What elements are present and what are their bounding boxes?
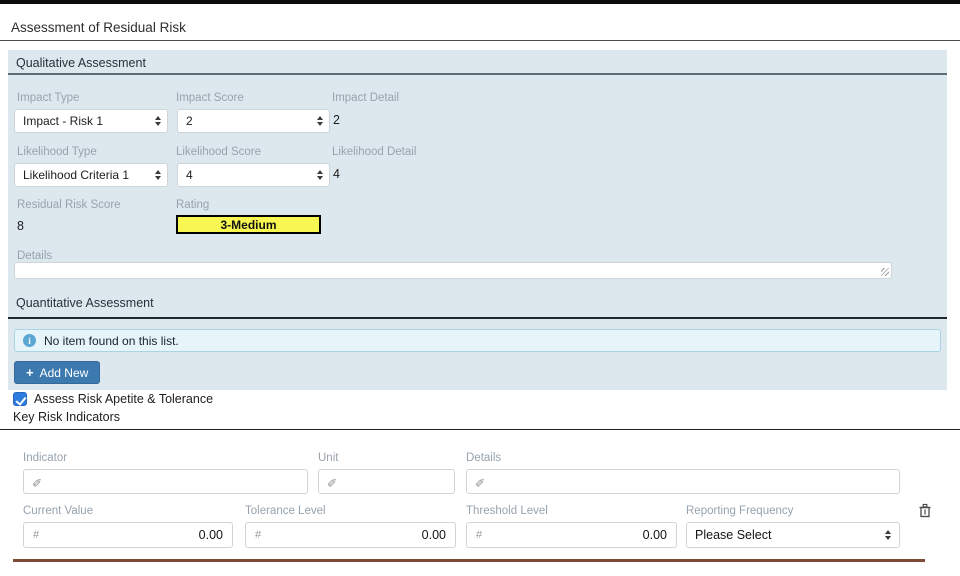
qualitative-section-header: Qualitative Assessment bbox=[16, 56, 146, 70]
unit-label: Unit bbox=[318, 452, 338, 464]
assessment-page: Assessment of Residual Risk Qualitative … bbox=[0, 0, 960, 576]
top-window-edge bbox=[0, 0, 960, 4]
title-divider bbox=[0, 40, 960, 41]
unit-input[interactable]: ✎ bbox=[318, 469, 455, 494]
select-spinner-icon bbox=[317, 116, 323, 126]
tolerance-level-label: Tolerance Level bbox=[245, 505, 326, 517]
reporting-frequency-label: Reporting Frequency bbox=[686, 505, 793, 517]
threshold-level-label: Threshold Level bbox=[466, 505, 548, 517]
number-placeholder: # bbox=[33, 529, 39, 541]
select-spinner-icon bbox=[155, 170, 161, 180]
threshold-level-amount: 0.00 bbox=[643, 528, 667, 542]
info-icon bbox=[23, 334, 36, 347]
select-spinner-icon bbox=[317, 170, 323, 180]
likelihood-type-select[interactable]: Likelihood Criteria 1 bbox=[14, 163, 168, 187]
likelihood-score-value: 4 bbox=[186, 168, 193, 182]
kri-details-input[interactable]: ✎ bbox=[466, 469, 900, 494]
assess-appetite-label: Assess Risk Apetite & Tolerance bbox=[34, 392, 213, 406]
tolerance-level-amount: 0.00 bbox=[422, 528, 446, 542]
likelihood-score-label: Likelihood Score bbox=[176, 146, 261, 158]
kri-section-header: Key Risk Indicators bbox=[13, 410, 120, 424]
indicator-label: Indicator bbox=[23, 452, 67, 464]
rating-badge: 3-Medium bbox=[176, 215, 321, 234]
add-new-label: Add New bbox=[40, 366, 89, 380]
select-spinner-icon bbox=[155, 116, 161, 126]
likelihood-detail-value: 4 bbox=[333, 167, 340, 181]
impact-type-select[interactable]: Impact - Risk 1 bbox=[14, 109, 168, 133]
impact-score-label: Impact Score bbox=[176, 92, 244, 104]
plus-icon: + bbox=[26, 365, 34, 380]
pencil-icon: ✎ bbox=[327, 475, 337, 489]
page-title: Assessment of Residual Risk bbox=[11, 20, 186, 35]
pencil-icon: ✎ bbox=[475, 475, 485, 489]
threshold-level-input[interactable]: # 0.00 bbox=[466, 522, 677, 548]
impact-detail-label: Impact Detail bbox=[332, 92, 399, 104]
pencil-icon: ✎ bbox=[32, 475, 42, 489]
quantitative-section-header: Quantitative Assessment bbox=[16, 296, 154, 310]
impact-detail-value: 2 bbox=[333, 113, 340, 127]
current-value-input[interactable]: # 0.00 bbox=[23, 522, 233, 548]
residual-risk-score-value: 8 bbox=[17, 219, 24, 233]
likelihood-type-label: Likelihood Type bbox=[17, 146, 97, 158]
residual-risk-score-label: Residual Risk Score bbox=[17, 199, 121, 211]
select-spinner-icon bbox=[885, 530, 891, 540]
likelihood-type-value: Likelihood Criteria 1 bbox=[23, 168, 129, 182]
impact-score-value: 2 bbox=[186, 114, 193, 128]
assess-appetite-checkbox[interactable] bbox=[13, 392, 27, 406]
reporting-frequency-select[interactable]: Please Select bbox=[686, 522, 900, 548]
likelihood-score-select[interactable]: 4 bbox=[177, 163, 330, 187]
indicator-input[interactable]: ✎ bbox=[23, 469, 308, 494]
details-label: Details bbox=[17, 250, 52, 262]
current-value-amount: 0.00 bbox=[199, 528, 223, 542]
current-value-label: Current Value bbox=[23, 505, 93, 517]
number-placeholder: # bbox=[476, 529, 482, 541]
empty-list-alert: No item found on this list. bbox=[14, 329, 941, 352]
details-textarea[interactable] bbox=[14, 262, 892, 279]
reporting-frequency-value: Please Select bbox=[695, 528, 771, 542]
impact-type-value: Impact - Risk 1 bbox=[23, 114, 103, 128]
kri-header-divider bbox=[0, 429, 960, 430]
qualitative-header-divider bbox=[8, 73, 947, 75]
kri-details-label: Details bbox=[466, 452, 501, 464]
rating-label: Rating bbox=[176, 199, 209, 211]
bottom-divider bbox=[13, 559, 925, 562]
trash-icon bbox=[918, 503, 932, 518]
impact-type-label: Impact Type bbox=[17, 92, 79, 104]
quantitative-header-divider bbox=[8, 317, 947, 319]
empty-list-message: No item found on this list. bbox=[44, 334, 179, 348]
likelihood-detail-label: Likelihood Detail bbox=[332, 146, 416, 158]
assessment-panel: Qualitative Assessment Impact Type Impac… bbox=[8, 50, 947, 390]
add-new-button[interactable]: + Add New bbox=[14, 361, 100, 384]
number-placeholder: # bbox=[255, 529, 261, 541]
impact-score-select[interactable]: 2 bbox=[177, 109, 330, 133]
delete-kri-button[interactable] bbox=[918, 503, 932, 518]
resize-handle-icon[interactable] bbox=[881, 268, 889, 276]
tolerance-level-input[interactable]: # 0.00 bbox=[245, 522, 456, 548]
